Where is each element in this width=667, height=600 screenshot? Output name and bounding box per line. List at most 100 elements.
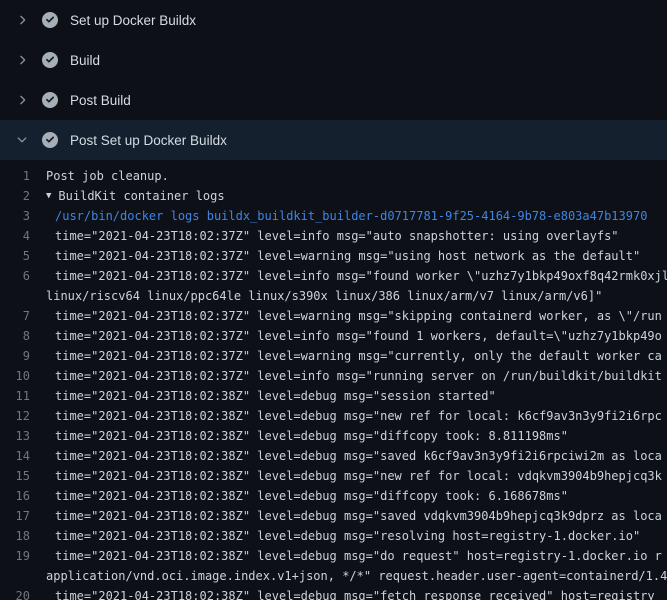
line-text: time="2021-04-23T18:02:38Z" level=debug …: [55, 526, 640, 546]
line-text: time="2021-04-23T18:02:37Z" level=warnin…: [55, 346, 662, 366]
log-line-continuation: linux/riscv64 linux/ppc64le linux/s390x …: [0, 286, 667, 306]
line-content: application/vnd.oci.image.index.v1+json,…: [46, 566, 667, 586]
line-text: time="2021-04-23T18:02:37Z" level=warnin…: [55, 306, 662, 326]
line-content: time="2021-04-23T18:02:37Z" level=info m…: [46, 266, 667, 286]
line-content: /usr/bin/docker logs buildx_buildkit_bui…: [46, 206, 647, 226]
line-text: linux/riscv64 linux/ppc64le linux/s390x …: [46, 286, 602, 306]
line-number[interactable]: 15: [0, 466, 46, 486]
line-content: time="2021-04-23T18:02:38Z" level=debug …: [46, 526, 640, 546]
line-number[interactable]: 11: [0, 386, 46, 406]
chevron-down-icon: [14, 132, 30, 148]
step-label: Set up Docker Buildx: [70, 13, 196, 28]
line-text: Post job cleanup.: [46, 166, 169, 186]
step-label: Build: [70, 53, 100, 68]
step-label: Post Build: [70, 93, 131, 108]
log-line-12: 12 time="2021-04-23T18:02:38Z" level=deb…: [0, 406, 667, 426]
log-line-1: 1 Post job cleanup.: [0, 166, 667, 186]
line-number[interactable]: 1: [0, 166, 46, 186]
triangle-down-icon[interactable]: ▼: [46, 186, 51, 206]
line-number[interactable]: 18: [0, 526, 46, 546]
log-line-6: 6 time="2021-04-23T18:02:37Z" level=info…: [0, 266, 667, 286]
line-number[interactable]: 14: [0, 446, 46, 466]
line-text: time="2021-04-23T18:02:38Z" level=debug …: [55, 426, 568, 446]
step-row-post-set-up-docker-buildx[interactable]: Post Set up Docker Buildx: [0, 120, 667, 160]
step-row-post-build[interactable]: Post Build: [0, 80, 667, 120]
steps-list: Set up Docker Buildx Build Post Build Po…: [0, 0, 667, 160]
line-content: time="2021-04-23T18:02:38Z" level=debug …: [46, 426, 568, 446]
line-number[interactable]: 10: [0, 366, 46, 386]
line-number[interactable]: 3: [0, 206, 46, 226]
chevron-right-icon: [14, 12, 30, 28]
line-number[interactable]: 8: [0, 326, 46, 346]
line-text: time="2021-04-23T18:02:38Z" level=debug …: [55, 546, 662, 566]
line-number[interactable]: 20: [0, 586, 46, 600]
line-content: time="2021-04-23T18:02:38Z" level=debug …: [46, 506, 662, 526]
line-text: time="2021-04-23T18:02:38Z" level=debug …: [55, 506, 662, 526]
log-line-19: 19 time="2021-04-23T18:02:38Z" level=deb…: [0, 546, 667, 566]
check-circle-icon: [42, 12, 58, 28]
line-number[interactable]: 2: [0, 186, 46, 206]
log-line-continuation: application/vnd.oci.image.index.v1+json,…: [0, 566, 667, 586]
line-content: time="2021-04-23T18:02:38Z" level=debug …: [46, 406, 662, 426]
log-line-20: 20 time="2021-04-23T18:02:38Z" level=deb…: [0, 586, 667, 600]
line-text: time="2021-04-23T18:02:38Z" level=debug …: [55, 466, 662, 486]
log-line-7: 7 time="2021-04-23T18:02:37Z" level=warn…: [0, 306, 667, 326]
line-content: time="2021-04-23T18:02:37Z" level=info m…: [46, 226, 619, 246]
line-number[interactable]: 12: [0, 406, 46, 426]
line-number[interactable]: 17: [0, 506, 46, 526]
chevron-right-icon: [14, 92, 30, 108]
line-number[interactable]: 5: [0, 246, 46, 266]
line-content: time="2021-04-23T18:02:37Z" level=info m…: [46, 366, 662, 386]
check-circle-icon: [42, 52, 58, 68]
line-content: time="2021-04-23T18:02:38Z" level=debug …: [46, 466, 662, 486]
line-number[interactable]: 16: [0, 486, 46, 506]
line-content: Post job cleanup.: [46, 166, 169, 186]
log-line-18: 18 time="2021-04-23T18:02:38Z" level=deb…: [0, 526, 667, 546]
line-text: time="2021-04-23T18:02:38Z" level=debug …: [55, 386, 496, 406]
log-line-3: 3 /usr/bin/docker logs buildx_buildkit_b…: [0, 206, 667, 226]
line-content: time="2021-04-23T18:02:38Z" level=debug …: [46, 386, 496, 406]
line-text: time="2021-04-23T18:02:37Z" level=info m…: [55, 326, 662, 346]
log-line-14: 14 time="2021-04-23T18:02:38Z" level=deb…: [0, 446, 667, 466]
line-number[interactable]: 4: [0, 226, 46, 246]
line-text: time="2021-04-23T18:02:37Z" level=info m…: [55, 266, 667, 286]
line-content: time="2021-04-23T18:02:37Z" level=info m…: [46, 326, 662, 346]
line-text: time="2021-04-23T18:02:38Z" level=debug …: [55, 586, 655, 600]
line-number[interactable]: 7: [0, 306, 46, 326]
line-content: time="2021-04-23T18:02:38Z" level=debug …: [46, 546, 662, 566]
log-line-4: 4 time="2021-04-23T18:02:37Z" level=info…: [0, 226, 667, 246]
log-line-5: 5 time="2021-04-23T18:02:37Z" level=warn…: [0, 246, 667, 266]
log-line-2: 2 ▼ BuildKit container logs: [0, 186, 667, 206]
actions-log-page: Set up Docker Buildx Build Post Build Po…: [0, 0, 667, 600]
chevron-right-icon: [14, 52, 30, 68]
line-content: time="2021-04-23T18:02:37Z" level=warnin…: [46, 306, 662, 326]
log-line-13: 13 time="2021-04-23T18:02:38Z" level=deb…: [0, 426, 667, 446]
line-text: time="2021-04-23T18:02:37Z" level=warnin…: [55, 246, 640, 266]
line-content: time="2021-04-23T18:02:38Z" level=debug …: [46, 586, 655, 600]
step-label: Post Set up Docker Buildx: [70, 133, 227, 148]
line-number[interactable]: 13: [0, 426, 46, 446]
step-row-set-up-docker-buildx[interactable]: Set up Docker Buildx: [0, 0, 667, 40]
log-line-16: 16 time="2021-04-23T18:02:38Z" level=deb…: [0, 486, 667, 506]
line-content: ▼ BuildKit container logs: [46, 186, 225, 206]
log-line-9: 9 time="2021-04-23T18:02:37Z" level=warn…: [0, 346, 667, 366]
log-line-15: 15 time="2021-04-23T18:02:38Z" level=deb…: [0, 466, 667, 486]
line-content: time="2021-04-23T18:02:37Z" level=warnin…: [46, 246, 640, 266]
line-number[interactable]: 9: [0, 346, 46, 366]
check-circle-icon: [42, 92, 58, 108]
log-line-10: 10 time="2021-04-23T18:02:37Z" level=inf…: [0, 366, 667, 386]
log-line-8: 8 time="2021-04-23T18:02:37Z" level=info…: [0, 326, 667, 346]
line-content: time="2021-04-23T18:02:37Z" level=warnin…: [46, 346, 662, 366]
line-text: time="2021-04-23T18:02:37Z" level=info m…: [55, 366, 662, 386]
line-text[interactable]: BuildKit container logs: [58, 186, 224, 206]
line-text: time="2021-04-23T18:02:38Z" level=debug …: [55, 406, 662, 426]
line-content: time="2021-04-23T18:02:38Z" level=debug …: [46, 486, 568, 506]
line-text: application/vnd.oci.image.index.v1+json,…: [46, 566, 667, 586]
line-content: time="2021-04-23T18:02:38Z" level=debug …: [46, 446, 662, 466]
line-number[interactable]: 19: [0, 546, 46, 566]
log-line-17: 17 time="2021-04-23T18:02:38Z" level=deb…: [0, 506, 667, 526]
line-text: time="2021-04-23T18:02:38Z" level=debug …: [55, 486, 568, 506]
step-row-build[interactable]: Build: [0, 40, 667, 80]
line-number[interactable]: 6: [0, 266, 46, 286]
log-line-11: 11 time="2021-04-23T18:02:38Z" level=deb…: [0, 386, 667, 406]
